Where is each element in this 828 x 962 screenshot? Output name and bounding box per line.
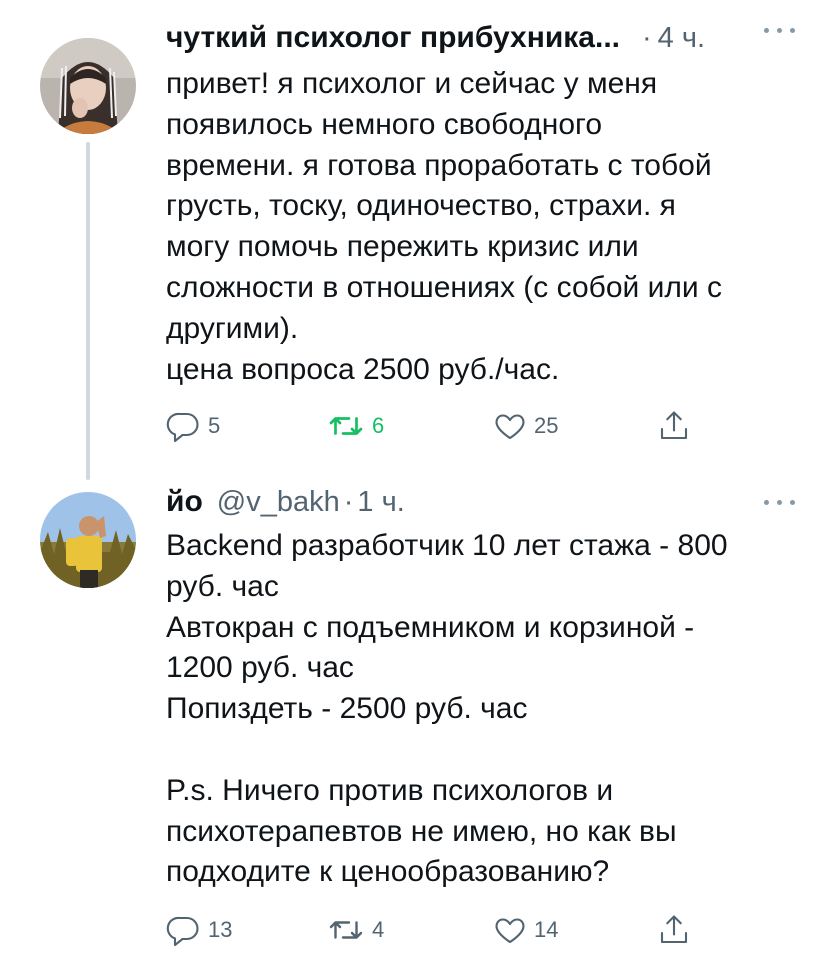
tweet-text: Backend разработчик 10 лет стажа - 800 р… [166, 529, 728, 889]
more-icon[interactable] [762, 22, 798, 42]
tweet-actions: 13 4 14 [166, 910, 706, 950]
author-name[interactable]: йо [166, 485, 203, 519]
thread-line [86, 142, 90, 480]
retweet-icon [329, 921, 363, 939]
like-count: 14 [534, 917, 559, 942]
reply-icon [166, 412, 199, 443]
share-button[interactable] [656, 910, 692, 950]
reply-count: 13 [208, 917, 233, 942]
tweet[interactable]: йо @v_bakh · 1 ч. Backend разработчик 10… [0, 470, 828, 962]
retweet-button[interactable]: 6 [326, 406, 384, 446]
share-icon [660, 915, 688, 944]
reply-count: 5 [208, 413, 221, 438]
like-count: 25 [534, 413, 559, 438]
retweet-icon [329, 417, 363, 435]
more-icon[interactable] [762, 494, 798, 514]
avatar-photo-man [40, 492, 136, 588]
tweet-header: йо @v_bakh · 1 ч. [166, 482, 798, 522]
retweet-count: 6 [372, 413, 385, 438]
avatar-photo-woman [40, 38, 136, 134]
separator: · [642, 21, 652, 54]
share-icon [660, 411, 688, 440]
tweet-text: привет! я психолог и сейчас у меня появи… [166, 67, 722, 386]
retweet-button[interactable]: 4 [326, 910, 384, 950]
reply-button[interactable]: 5 [166, 406, 220, 446]
like-icon [495, 918, 525, 944]
separator: · [343, 485, 354, 518]
timestamp[interactable]: 1 ч. [357, 486, 404, 519]
share-button[interactable] [656, 406, 692, 446]
like-icon [495, 414, 525, 440]
like-button[interactable]: 14 [492, 910, 558, 950]
avatar[interactable] [40, 492, 136, 588]
retweet-count: 4 [372, 917, 385, 942]
author-handle[interactable]: @v_bakh [217, 486, 340, 519]
avatar[interactable] [40, 38, 136, 134]
tweet-actions: 5 6 25 [166, 406, 706, 446]
tweet[interactable]: чуткий психолог прибухника... · 4 ч. при… [0, 0, 828, 480]
like-button[interactable]: 25 [492, 406, 558, 446]
tweet-header: чуткий психолог прибухника... · 4 ч. [166, 18, 798, 58]
reply-icon [166, 916, 199, 947]
reply-button[interactable]: 13 [166, 910, 232, 950]
author-name[interactable]: чуткий психолог прибухника... [166, 21, 620, 55]
timestamp[interactable]: 4 ч. [658, 22, 705, 55]
